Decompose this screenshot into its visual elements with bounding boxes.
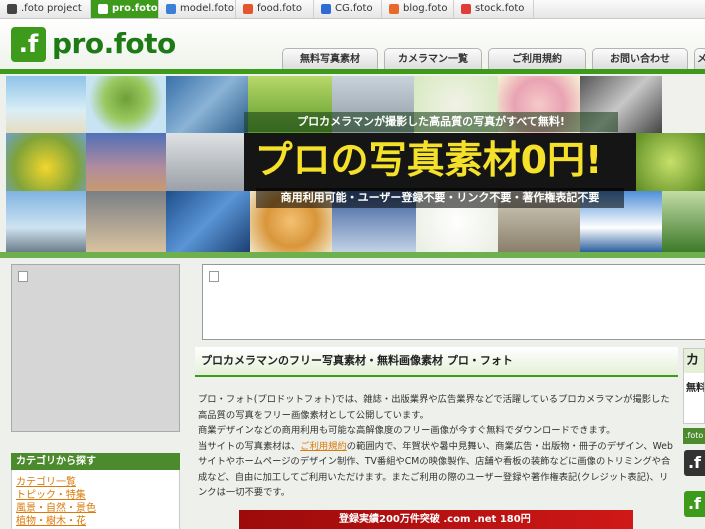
site-tab-label: blog.foto — [403, 3, 448, 14]
category-link[interactable]: カテゴリ一覧 — [16, 476, 175, 489]
site-tab-blog-foto[interactable]: blog.foto — [382, 0, 454, 18]
intro-paragraph: プロ・フォト(プロドットフォト)では、雑誌・出版業界や広告業界などで活躍している… — [198, 394, 670, 421]
bottom-ad-text: 登録実績200万件突破 .com .net 180円 — [339, 514, 531, 525]
banner-caption: 商用利用可能・ユーザー登録不要・リンク不要・著作権表記不要 — [256, 188, 624, 208]
nav-more[interactable]: メ — [694, 48, 705, 70]
category-heading: カテゴリから探す — [11, 453, 180, 470]
cg-foto-icon — [321, 4, 331, 14]
photo-tile — [166, 191, 250, 252]
blog-foto-icon — [389, 4, 399, 14]
photo-tile — [662, 76, 705, 133]
right-pro-foto-logo[interactable]: .f — [684, 491, 705, 517]
intro-text: プロ・フォト(プロドットフォト)では、雑誌・出版業界や広告業界などで活躍している… — [198, 392, 676, 501]
site-tab-food-foto[interactable]: food.foto — [236, 0, 314, 18]
category-link[interactable]: 植物・樹木・花 — [16, 515, 175, 528]
intro-paragraph: 商業デザインなどの商用利用も可能な高解像度のフリー画像が今すぐ無料でダウンロード… — [198, 425, 616, 436]
banner-title: プロの写真素材0円! — [254, 138, 603, 182]
foto-project-icon — [7, 4, 17, 14]
right-sidebar-sub: 無料 — [686, 383, 704, 394]
site-tab-label: food.foto — [257, 3, 302, 14]
broken-image-icon — [18, 271, 28, 282]
photo-tile — [636, 133, 705, 191]
section-title: プロカメラマンのフリー写真素材・無料画像素材 プロ・フォト — [195, 347, 678, 377]
photo-tile — [6, 133, 86, 191]
site-tab-label: pro.foto — [112, 3, 158, 14]
photo-tile — [6, 76, 86, 133]
bottom-banner-ad[interactable]: 登録実績200万件突破 .com .net 180円 — [239, 510, 633, 529]
photo-tile — [86, 191, 166, 252]
hero-banner[interactable]: プロカメラマンが撮影した高品質の写真がすべて無料! プロの写真素材0円! 商用利… — [6, 76, 705, 252]
logo-text[interactable]: pro.foto — [52, 26, 176, 62]
right-foto-logo[interactable]: .f — [684, 450, 705, 476]
category-link[interactable]: トピック・特集 — [16, 489, 175, 502]
nav-free-photos[interactable]: 無料写真素材 — [282, 48, 378, 70]
intro-text-span: 当サイトの写真素材は、 — [198, 440, 301, 452]
model-foto-icon — [166, 4, 176, 14]
site-tab-foto-project[interactable]: .foto project — [0, 0, 91, 18]
broken-image-icon — [209, 271, 219, 282]
site-tab-pro-foto[interactable]: pro.foto — [91, 0, 159, 18]
site-tab-label: .foto project — [21, 3, 82, 14]
category-link[interactable]: 風景・自然・景色 — [16, 502, 175, 515]
sidebar-ad-slot[interactable] — [11, 264, 180, 432]
photo-tile — [166, 76, 248, 133]
banner-ribbon: プロカメラマンが撮影した高品質の写真がすべて無料! — [244, 112, 618, 132]
site-header: .f pro.foto 無料写真素材 カメラマン一覧 ご利用規約 お問い合わせ … — [0, 19, 705, 70]
site-tab-cg-foto[interactable]: CG.foto — [314, 0, 382, 18]
pro-foto-icon — [98, 4, 108, 14]
photo-tile — [86, 76, 166, 133]
site-tab-label: CG.foto — [335, 3, 373, 14]
logo-mark[interactable]: .f — [11, 27, 46, 62]
stock-foto-icon — [461, 4, 471, 14]
banner-divider — [0, 252, 705, 258]
site-tab-label: stock.foto — [475, 3, 525, 14]
terms-link[interactable]: ご利用規約 — [300, 441, 347, 452]
site-tab-stock-foto[interactable]: stock.foto — [454, 0, 534, 18]
right-sidebar-strip: .foto — [683, 428, 705, 444]
right-sidebar-heading: カ — [684, 349, 704, 373]
nav-contact[interactable]: お問い合わせ — [592, 48, 688, 70]
header-divider — [0, 69, 705, 74]
photo-tile — [86, 133, 166, 191]
site-tab-model-foto[interactable]: model.foto — [159, 0, 236, 18]
intro-paragraph: 当サイトの写真素材は、ご利用規約の範囲内で、年賀状や暑中見舞い、商業広告・出版物… — [198, 439, 676, 501]
nav-terms[interactable]: ご利用規約 — [488, 48, 586, 70]
nav-photographers[interactable]: カメラマン一覧 — [384, 48, 482, 70]
main-ad-slot[interactable] — [202, 264, 705, 340]
food-foto-icon — [243, 4, 253, 14]
site-tabbar: .foto project pro.foto model.foto food.f… — [0, 0, 705, 19]
category-list: カテゴリ一覧 トピック・特集 風景・自然・景色 植物・樹木・花 — [11, 470, 180, 529]
photo-tile — [662, 191, 705, 252]
right-sidebar-box: カ 無料 — [683, 348, 705, 424]
photo-tile — [6, 191, 86, 252]
site-tab-label: model.foto — [180, 3, 234, 14]
